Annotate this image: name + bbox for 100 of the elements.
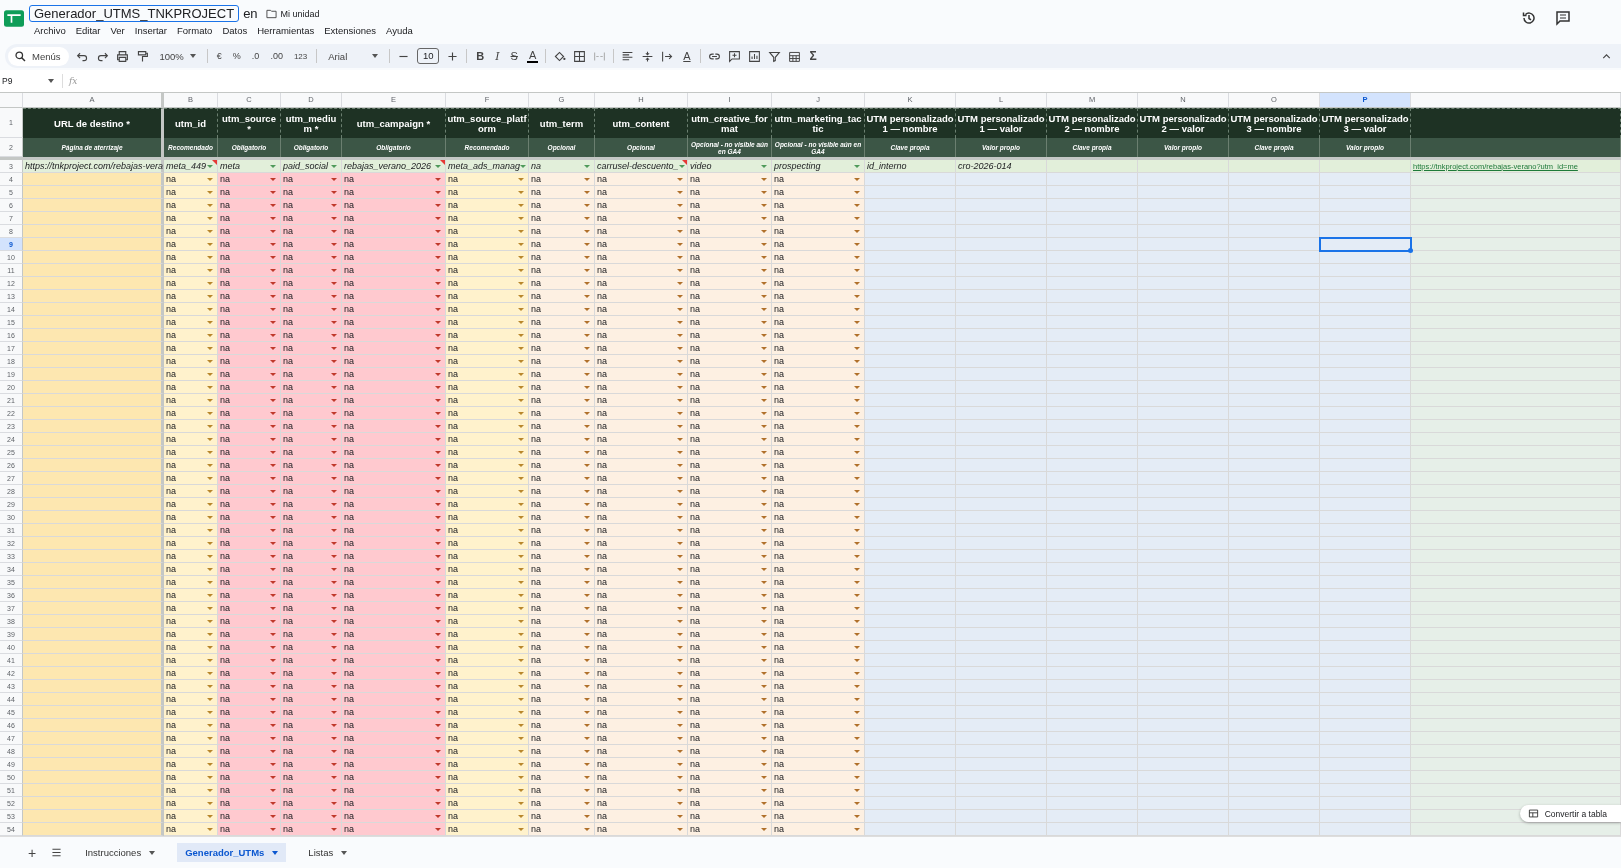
dropdown-cell[interactable]: na xyxy=(595,732,688,745)
dropdown-cell[interactable]: na xyxy=(342,290,446,303)
dropdown-cell[interactable]: na xyxy=(688,680,772,693)
dropdown-cell[interactable]: na xyxy=(281,407,342,420)
dropdown-cell[interactable]: na xyxy=(529,173,595,186)
dropdown-cell[interactable]: na xyxy=(595,472,688,485)
dropdown-cell[interactable]: na xyxy=(529,719,595,732)
dropdown-cell[interactable]: na xyxy=(164,407,218,420)
dropdown-cell[interactable]: na xyxy=(342,602,446,615)
dropdown-cell[interactable]: na xyxy=(164,771,218,784)
dropdown-cell[interactable]: na xyxy=(218,446,281,459)
dropdown-cell[interactable]: na xyxy=(446,537,529,550)
dropdown-cell[interactable]: na xyxy=(218,823,281,836)
dropdown-cell[interactable]: na xyxy=(342,186,446,199)
convert-to-table-button[interactable]: Convertir a tabla xyxy=(1519,805,1621,822)
functions-button[interactable]: Σ xyxy=(807,49,819,63)
dropdown-cell[interactable]: na xyxy=(218,459,281,472)
dropdown-cell[interactable]: na xyxy=(688,277,772,290)
dropdown-cell[interactable]: na xyxy=(688,433,772,446)
filter-icon[interactable] xyxy=(767,49,781,63)
dropdown-cell[interactable]: na xyxy=(772,732,865,745)
dropdown-cell[interactable]: na xyxy=(281,290,342,303)
dropdown-cell[interactable]: na xyxy=(342,589,446,602)
dropdown-cell[interactable]: na xyxy=(595,810,688,823)
dropdown-cell[interactable]: na xyxy=(688,485,772,498)
dropdown-cell[interactable]: na xyxy=(772,641,865,654)
dropdown-cell[interactable]: na xyxy=(772,758,865,771)
dropdown-cell[interactable]: na xyxy=(595,433,688,446)
decrease-decimals-button[interactable]: .0 xyxy=(249,51,262,61)
dropdown-cell[interactable]: na xyxy=(595,290,688,303)
dropdown-cell[interactable]: na xyxy=(529,745,595,758)
dropdown-cell[interactable]: na xyxy=(218,576,281,589)
dropdown-cell[interactable]: na xyxy=(218,784,281,797)
dropdown-cell[interactable]: na xyxy=(281,446,342,459)
dropdown-cell[interactable]: na xyxy=(595,667,688,680)
dropdown-cell[interactable]: na xyxy=(218,420,281,433)
dropdown-cell[interactable]: na xyxy=(595,173,688,186)
increase-decimals-button[interactable]: .00 xyxy=(268,51,285,61)
dropdown-cell[interactable]: na xyxy=(281,810,342,823)
add-sheet-button[interactable]: + xyxy=(28,844,37,861)
dropdown-cell[interactable]: na xyxy=(281,628,342,641)
dropdown-cell[interactable]: na xyxy=(342,550,446,563)
dropdown-cell[interactable]: na xyxy=(688,420,772,433)
borders-icon[interactable] xyxy=(573,49,587,63)
dropdown-cell[interactable]: na xyxy=(281,498,342,511)
dropdown-cell[interactable]: na xyxy=(164,706,218,719)
dropdown-cell[interactable]: na xyxy=(688,498,772,511)
dropdown-cell[interactable]: na xyxy=(281,433,342,446)
dropdown-cell[interactable]: na xyxy=(281,537,342,550)
dropdown-cell[interactable]: na xyxy=(218,797,281,810)
paint-format-icon[interactable] xyxy=(135,49,149,63)
dropdown-cell[interactable]: na xyxy=(529,693,595,706)
dropdown-cell[interactable]: na xyxy=(446,368,529,381)
dropdown-cell[interactable]: na xyxy=(595,342,688,355)
dropdown-cell[interactable]: prospecting xyxy=(772,160,865,173)
table-view-icon[interactable] xyxy=(787,49,801,63)
dropdown-cell[interactable]: na xyxy=(595,641,688,654)
dropdown-cell[interactable]: na xyxy=(595,602,688,615)
dropdown-cell[interactable]: na xyxy=(688,628,772,641)
dropdown-cell[interactable]: na xyxy=(342,472,446,485)
dropdown-cell[interactable]: na xyxy=(772,186,865,199)
font-size-field[interactable]: 10 xyxy=(417,48,440,64)
dropdown-cell[interactable]: na xyxy=(688,797,772,810)
dropdown-cell[interactable]: na xyxy=(281,719,342,732)
dropdown-cell[interactable]: na xyxy=(446,277,529,290)
dropdown-cell[interactable]: na xyxy=(281,758,342,771)
dropdown-cell[interactable]: na xyxy=(164,199,218,212)
dropdown-cell[interactable]: na xyxy=(342,511,446,524)
dropdown-cell[interactable]: video xyxy=(688,160,772,173)
dropdown-cell[interactable]: na xyxy=(342,303,446,316)
dropdown-cell[interactable]: meta_449 xyxy=(164,160,218,173)
dropdown-cell[interactable]: na xyxy=(688,524,772,537)
dropdown-cell[interactable]: na xyxy=(529,446,595,459)
dropdown-cell[interactable]: na xyxy=(446,589,529,602)
dropdown-cell[interactable]: na xyxy=(595,758,688,771)
dropdown-cell[interactable]: na xyxy=(595,199,688,212)
dropdown-cell[interactable]: na xyxy=(688,342,772,355)
dropdown-cell[interactable]: na xyxy=(446,264,529,277)
dropdown-cell[interactable]: na xyxy=(529,810,595,823)
dropdown-cell[interactable]: na xyxy=(446,641,529,654)
dropdown-cell[interactable]: na xyxy=(772,342,865,355)
dropdown-cell[interactable]: na xyxy=(446,498,529,511)
dropdown-cell[interactable]: na xyxy=(342,264,446,277)
dropdown-cell[interactable]: na xyxy=(281,589,342,602)
dropdown-cell[interactable]: na xyxy=(772,524,865,537)
dropdown-cell[interactable]: na xyxy=(688,355,772,368)
dropdown-cell[interactable]: na xyxy=(688,381,772,394)
bold-button[interactable]: B xyxy=(474,50,487,62)
dropdown-cell[interactable]: na xyxy=(446,446,529,459)
dropdown-cell[interactable]: na xyxy=(446,654,529,667)
dropdown-cell[interactable]: na xyxy=(772,173,865,186)
dropdown-cell[interactable]: na xyxy=(772,368,865,381)
dropdown-cell[interactable]: na xyxy=(281,732,342,745)
name-box[interactable]: P9 xyxy=(2,76,48,86)
dropdown-cell[interactable]: na xyxy=(688,394,772,407)
dropdown-cell[interactable]: na xyxy=(342,797,446,810)
dropdown-cell[interactable]: na xyxy=(281,654,342,667)
dropdown-cell[interactable]: na xyxy=(342,628,446,641)
dropdown-cell[interactable]: na xyxy=(218,693,281,706)
dropdown-cell[interactable]: na xyxy=(342,732,446,745)
